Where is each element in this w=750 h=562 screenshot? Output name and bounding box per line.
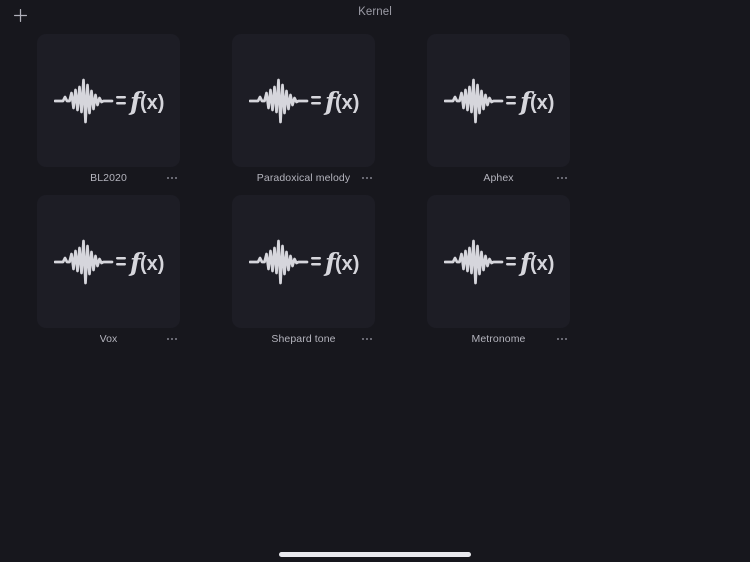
ellipsis-icon (556, 176, 568, 180)
svg-text:(x): (x) (530, 253, 554, 275)
waveform-function-icon: f (x) (248, 234, 359, 290)
project-label: Metronome (471, 333, 526, 345)
waveform-function-icon: f (x) (443, 73, 554, 129)
svg-text:(x): (x) (530, 92, 554, 114)
project-card-footer: Vox (37, 328, 180, 350)
project-grid: f (x) BL2020 f (x) Paradoxical melody f … (11, 34, 739, 356)
project-more-button-4[interactable] (358, 330, 376, 348)
project-label: Vox (99, 333, 118, 345)
project-card-1[interactable]: f (x) (232, 34, 375, 167)
project-more-button-5[interactable] (553, 330, 571, 348)
svg-text:(x): (x) (140, 92, 164, 114)
project-card-5[interactable]: f (x) (427, 195, 570, 328)
project-card-3[interactable]: f (x) (37, 195, 180, 328)
project-more-button-3[interactable] (163, 330, 181, 348)
project-card-footer: Aphex (427, 167, 570, 189)
project-label: Paradoxical melody (256, 172, 351, 184)
home-indicator[interactable] (279, 552, 471, 557)
project-cell-3: f (x) Vox (11, 195, 206, 350)
project-cell-1: f (x) Paradoxical melody (206, 34, 401, 189)
project-label: Aphex (483, 172, 514, 184)
project-card-0[interactable]: f (x) (37, 34, 180, 167)
top-bar: Kernel (0, 0, 750, 30)
ellipsis-icon (166, 176, 178, 180)
waveform-function-icon: f (x) (53, 73, 164, 129)
waveform-function-icon: f (x) (443, 234, 554, 290)
project-cell-4: f (x) Shepard tone (206, 195, 401, 350)
project-card-footer: Shepard tone (232, 328, 375, 350)
project-cell-0: f (x) BL2020 (11, 34, 206, 189)
waveform-function-icon: f (x) (248, 73, 359, 129)
svg-text:(x): (x) (335, 92, 359, 114)
project-card-footer: Paradoxical melody (232, 167, 375, 189)
project-card-footer: BL2020 (37, 167, 180, 189)
ellipsis-icon (556, 337, 568, 341)
svg-text:(x): (x) (140, 253, 164, 275)
project-more-button-0[interactable] (163, 169, 181, 187)
project-card-4[interactable]: f (x) (232, 195, 375, 328)
svg-text:(x): (x) (335, 253, 359, 275)
app-title: Kernel (358, 6, 392, 18)
waveform-function-icon: f (x) (53, 234, 164, 290)
ellipsis-icon (166, 337, 178, 341)
project-cell-2: f (x) Aphex (401, 34, 596, 189)
project-card-2[interactable]: f (x) (427, 34, 570, 167)
ellipsis-icon (361, 337, 373, 341)
project-card-footer: Metronome (427, 328, 570, 350)
project-cell-5: f (x) Metronome (401, 195, 596, 350)
project-label: BL2020 (90, 172, 127, 184)
project-more-button-2[interactable] (553, 169, 571, 187)
project-label: Shepard tone (271, 333, 336, 345)
project-more-button-1[interactable] (358, 169, 376, 187)
ellipsis-icon (361, 176, 373, 180)
